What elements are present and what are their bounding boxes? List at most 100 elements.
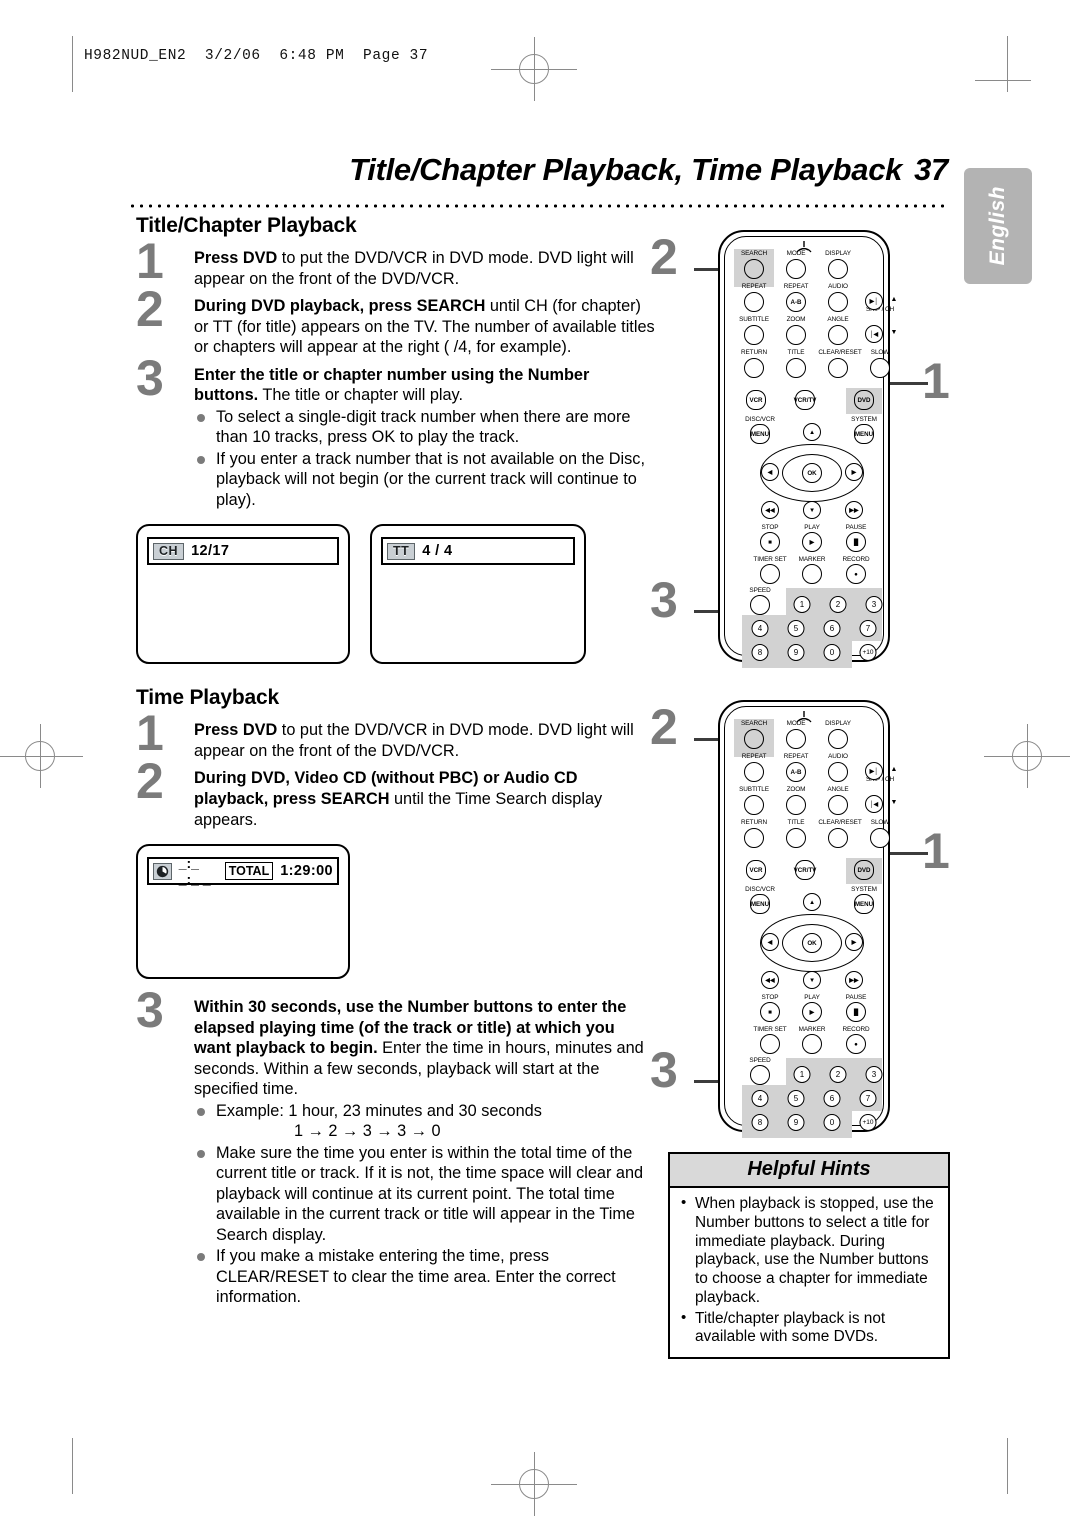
skip-back-button[interactable]: │◀ (865, 795, 883, 813)
audio-button[interactable] (828, 292, 848, 312)
number-button-5[interactable]: 5 (787, 620, 805, 637)
number-button-1[interactable]: 1 (793, 596, 811, 613)
record-button[interactable]: ● (846, 1034, 866, 1054)
nav-left-button[interactable]: ◀ (761, 463, 779, 481)
stop-button[interactable]: ■ (760, 532, 780, 552)
nav-right-button[interactable]: ▶ (845, 933, 863, 951)
subtitle-button[interactable] (744, 325, 764, 345)
fast-forward-button[interactable]: ▶▶ (845, 971, 863, 989)
nav-down-button[interactable]: ▼ (803, 501, 821, 519)
number-button-2[interactable]: 2 (829, 1066, 847, 1083)
vcr-button[interactable]: VCR (746, 390, 766, 410)
disc-vcr-menu-button[interactable]: MENU (750, 894, 770, 914)
title-button[interactable] (786, 828, 806, 848)
skip-forward-button[interactable]: ▶│ (865, 762, 883, 780)
zoom-button[interactable] (786, 795, 806, 815)
number-button-5[interactable]: 5 (787, 1090, 805, 1107)
number-button-7[interactable]: 7 (859, 1090, 877, 1107)
nav-up-button[interactable]: ▲ (803, 893, 821, 911)
osd-title-tag: TT (387, 542, 416, 561)
timer-set-button[interactable] (760, 564, 780, 584)
number-button-4[interactable]: 4 (751, 620, 769, 637)
callout-number-top: 2 (650, 699, 678, 755)
fast-forward-button[interactable]: ▶▶ (845, 501, 863, 519)
pause-button[interactable]: ▐▌ (846, 532, 866, 552)
channel-down-icon[interactable]: ▼ (891, 329, 898, 336)
slow-button[interactable] (870, 358, 890, 378)
display-button[interactable] (828, 729, 848, 749)
channel-up-icon[interactable]: ▲ (891, 766, 898, 773)
ok-button[interactable]: OK (802, 463, 822, 483)
channel-down-icon[interactable]: ▼ (891, 799, 898, 806)
play-button[interactable]: ▶ (802, 1002, 822, 1022)
search-button[interactable] (744, 259, 764, 279)
channel-up-icon[interactable]: ▲ (891, 296, 898, 303)
vcr-tv-button[interactable]: VCR/TV (794, 860, 816, 880)
number-button-4[interactable]: 4 (751, 1090, 769, 1107)
rewind-button[interactable]: ◀◀ (761, 971, 779, 989)
number-button-2[interactable]: 2 (829, 596, 847, 613)
repeat-button[interactable] (744, 762, 764, 782)
number-button-1[interactable]: 1 (793, 1066, 811, 1083)
subtitle-button[interactable] (744, 795, 764, 815)
button-label-marker: MARKER (798, 556, 826, 563)
system-menu-button[interactable]: MENU (854, 894, 874, 914)
number-button-7[interactable]: 7 (859, 620, 877, 637)
clear-reset-button[interactable] (828, 358, 848, 378)
dvd-button[interactable]: DVD (854, 860, 874, 880)
osd-screen-chapter: CH 12/17 (136, 524, 350, 665)
display-button[interactable] (828, 259, 848, 279)
nav-left-button[interactable]: ◀ (761, 933, 779, 951)
marker-button[interactable] (802, 564, 822, 584)
number-button-3[interactable]: 3 (865, 1066, 883, 1083)
stop-button[interactable]: ■ (760, 1002, 780, 1022)
search-button[interactable] (744, 729, 764, 749)
skip-forward-button[interactable]: ▶│ (865, 292, 883, 310)
record-button[interactable]: ● (846, 564, 866, 584)
play-button[interactable]: ▶ (802, 532, 822, 552)
marker-button[interactable] (802, 1034, 822, 1054)
repeat-button[interactable] (744, 292, 764, 312)
repeat-ab-button[interactable]: A-B (786, 762, 806, 782)
ok-button[interactable]: OK (802, 933, 822, 953)
title-button[interactable] (786, 358, 806, 378)
system-menu-button[interactable]: MENU (854, 424, 874, 444)
number-button-9[interactable]: 9 (787, 644, 805, 661)
pause-button[interactable]: ▐▌ (846, 1002, 866, 1022)
rewind-button[interactable]: ◀◀ (761, 501, 779, 519)
number-button-0[interactable]: 0 (823, 644, 841, 661)
angle-button[interactable] (828, 325, 848, 345)
skip-back-button[interactable]: │◀ (865, 325, 883, 343)
language-tab: English (964, 168, 1032, 284)
mode-button[interactable] (786, 729, 806, 749)
vcr-button[interactable]: VCR (746, 860, 766, 880)
number-button-9[interactable]: 9 (787, 1114, 805, 1131)
number-button-6[interactable]: 6 (823, 620, 841, 637)
return-button[interactable] (744, 828, 764, 848)
angle-button[interactable] (828, 795, 848, 815)
number-button-6[interactable]: 6 (823, 1090, 841, 1107)
number-button-plus10[interactable]: +10 (859, 644, 877, 661)
nav-right-button[interactable]: ▶ (845, 463, 863, 481)
mode-button[interactable] (786, 259, 806, 279)
timer-set-button[interactable] (760, 1034, 780, 1054)
nav-up-button[interactable]: ▲ (803, 423, 821, 441)
number-button-8[interactable]: 8 (751, 644, 769, 661)
remote-control: SEARCH MODE DISPLAY REPEAT REPEAT AUDIO SKIP /… (718, 230, 897, 668)
speed-button[interactable] (750, 1065, 770, 1085)
zoom-button[interactable] (786, 325, 806, 345)
number-button-plus10[interactable]: +10 (859, 1114, 877, 1131)
return-button[interactable] (744, 358, 764, 378)
clear-reset-button[interactable] (828, 828, 848, 848)
number-button-8[interactable]: 8 (751, 1114, 769, 1131)
number-button-0[interactable]: 0 (823, 1114, 841, 1131)
repeat-ab-button[interactable]: A-B (786, 292, 806, 312)
speed-button[interactable] (750, 595, 770, 615)
dvd-button[interactable]: DVD (854, 390, 874, 410)
vcr-tv-button[interactable]: VCR/TV (794, 390, 816, 410)
audio-button[interactable] (828, 762, 848, 782)
nav-down-button[interactable]: ▼ (803, 971, 821, 989)
slow-button[interactable] (870, 828, 890, 848)
number-button-3[interactable]: 3 (865, 596, 883, 613)
disc-vcr-menu-button[interactable]: MENU (750, 424, 770, 444)
